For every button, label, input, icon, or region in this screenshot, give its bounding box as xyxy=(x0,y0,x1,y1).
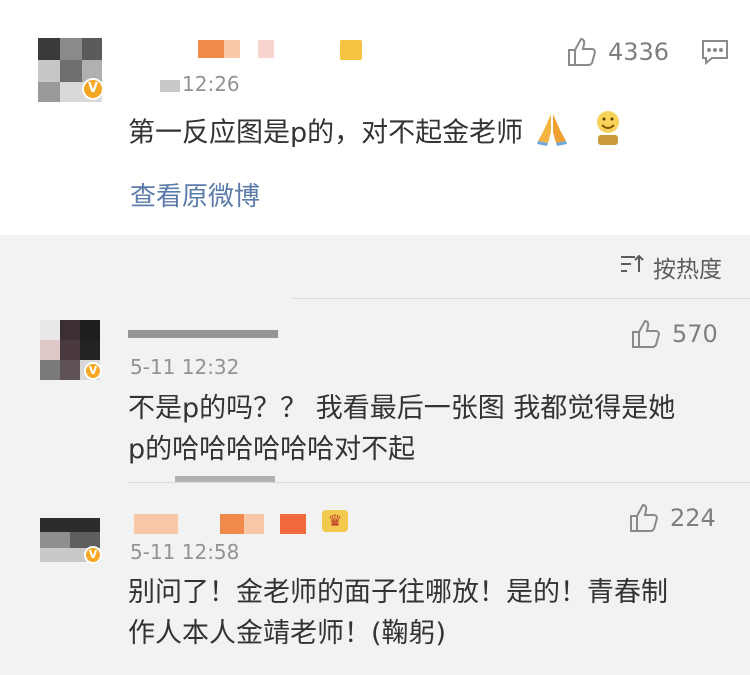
grinning-emoji xyxy=(590,108,626,160)
reply-text: 不是p的吗？？ 我看最后一张图 我都觉得是她 p的哈哈哈哈哈哈对不起 xyxy=(128,388,675,470)
verified-v-badge: V xyxy=(84,362,102,380)
like-count: 4336 xyxy=(608,38,670,66)
username-blurred[interactable] xyxy=(134,514,324,534)
like-button[interactable]: 570 xyxy=(630,318,718,350)
crown-badge-icon: ♛ xyxy=(322,510,348,532)
reply-text: 别问了！金老师的面子往哪放！是的！青春制 作人本人金靖老师！(鞠躬) xyxy=(128,572,668,654)
sort-icon xyxy=(619,253,645,281)
reply-text-line: 别问了！金老师的面子往哪放！是的！青春制 xyxy=(128,577,668,608)
time-prefix-blurred xyxy=(160,80,180,92)
username-blurred xyxy=(175,476,275,482)
comment-text: 第一反应图是p的，对不起金老师 xyxy=(128,117,524,149)
thumbs-up-icon xyxy=(628,502,660,534)
reply-text-line: 作人本人金靖老师！(鞠躬) xyxy=(128,618,447,649)
username-blurred[interactable] xyxy=(128,330,278,338)
thumbs-up-icon xyxy=(630,318,662,350)
verified-v-badge: V xyxy=(82,78,104,100)
section-divider xyxy=(292,298,750,299)
comment-icon[interactable] xyxy=(700,38,730,70)
thumbs-up-icon xyxy=(566,36,598,68)
view-original-weibo-link[interactable]: 查看原微博 xyxy=(130,176,260,213)
main-comment-card: V 12:26 4336 第一反应图是p的，对不起金老师 查看原微博 xyxy=(0,0,750,235)
username-blurred[interactable] xyxy=(128,40,368,60)
sort-label: 按热度 xyxy=(653,257,722,283)
like-count: 570 xyxy=(672,320,718,348)
reply-time: 5-11 12:58 xyxy=(130,540,240,564)
comment-text-row: 第一反应图是p的，对不起金老师 xyxy=(128,108,626,160)
comment-time: 12:26 xyxy=(182,72,240,96)
like-button[interactable]: 4336 xyxy=(566,36,669,68)
reply-text-line: 不是p的吗？？ 我看最后一张图 我都觉得是她 xyxy=(128,393,676,424)
sort-by-popularity[interactable]: 按热度 xyxy=(619,250,722,284)
verified-v-badge: V xyxy=(84,546,102,564)
reply-time: 5-11 12:32 xyxy=(130,355,240,379)
folded-hands-emoji xyxy=(532,108,572,160)
like-button[interactable]: 224 xyxy=(628,502,716,534)
like-count: 224 xyxy=(670,504,716,532)
reply-text-line: p的哈哈哈哈哈哈对不起 xyxy=(128,434,416,465)
section-divider xyxy=(128,482,750,483)
